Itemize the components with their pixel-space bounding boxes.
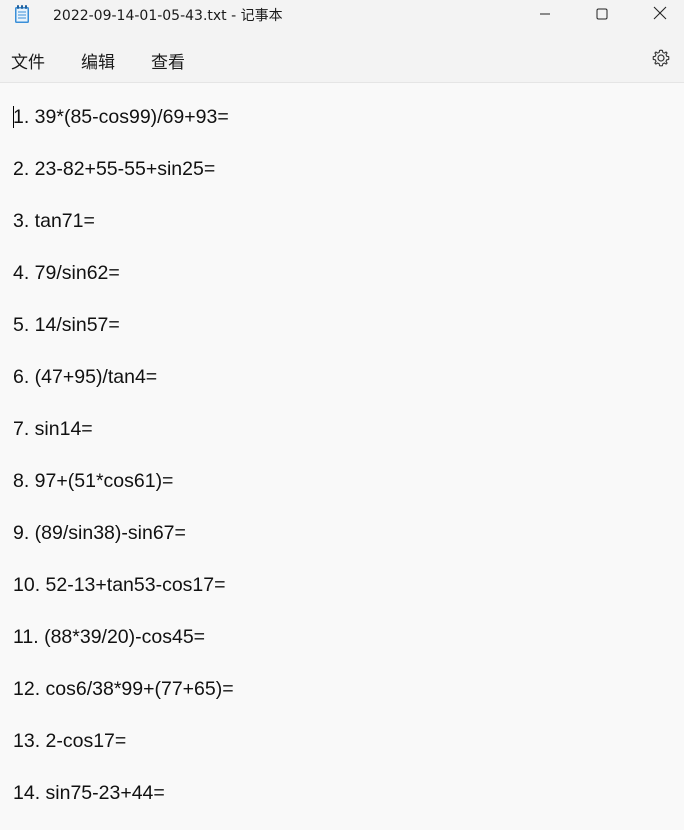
text-line: 10. 52-13+tan53-cos17= — [13, 574, 226, 596]
notepad-window: 2022-09-14-01-05-43.txt - 记事本 文件 编辑 查看 1… — [0, 0, 684, 830]
minimize-button[interactable] — [522, 0, 568, 28]
title-bar-spacer — [0, 28, 684, 38]
maximize-button[interactable] — [579, 0, 625, 28]
text-line: 14. sin75-23+44= — [13, 782, 165, 804]
maximize-icon — [596, 5, 608, 24]
close-button[interactable] — [637, 0, 683, 28]
close-icon — [653, 5, 667, 24]
text-line: 9. (89/sin38)-sin67= — [13, 522, 186, 544]
text-line: 13. 2-cos17= — [13, 730, 127, 752]
minimize-icon — [539, 5, 551, 24]
window-title: 2022-09-14-01-05-43.txt - 记事本 — [53, 8, 283, 24]
text-line: 3. tan71= — [13, 210, 95, 232]
settings-button[interactable] — [649, 48, 673, 72]
menu-bar: 文件 编辑 查看 — [0, 38, 684, 83]
menu-view[interactable]: 查看 — [151, 48, 185, 73]
text-line: 12. cos6/38*99+(77+65)= — [13, 678, 234, 700]
text-line: 7. sin14= — [13, 418, 93, 440]
text-line: 8. 97+(51*cos61)= — [13, 470, 174, 492]
menu-edit[interactable]: 编辑 — [81, 48, 115, 73]
text-line: 2. 23-82+55-55+sin25= — [13, 158, 216, 180]
text-editor[interactable]: 1. 39*(85-cos99)/69+93= 2. 23-82+55-55+s… — [0, 83, 684, 830]
text-line: 6. (47+95)/tan4= — [13, 366, 158, 388]
title-bar[interactable]: 2022-09-14-01-05-43.txt - 记事本 — [0, 0, 684, 28]
notepad-icon — [14, 4, 30, 24]
text-line: 5. 14/sin57= — [13, 314, 120, 336]
text-line: 11. (88*39/20)-cos45= — [13, 626, 206, 648]
menu-file[interactable]: 文件 — [11, 48, 45, 73]
gear-icon — [651, 48, 671, 72]
text-line: 4. 79/sin62= — [13, 262, 120, 284]
text-line: 1. 39*(85-cos99)/69+93= — [13, 106, 229, 128]
